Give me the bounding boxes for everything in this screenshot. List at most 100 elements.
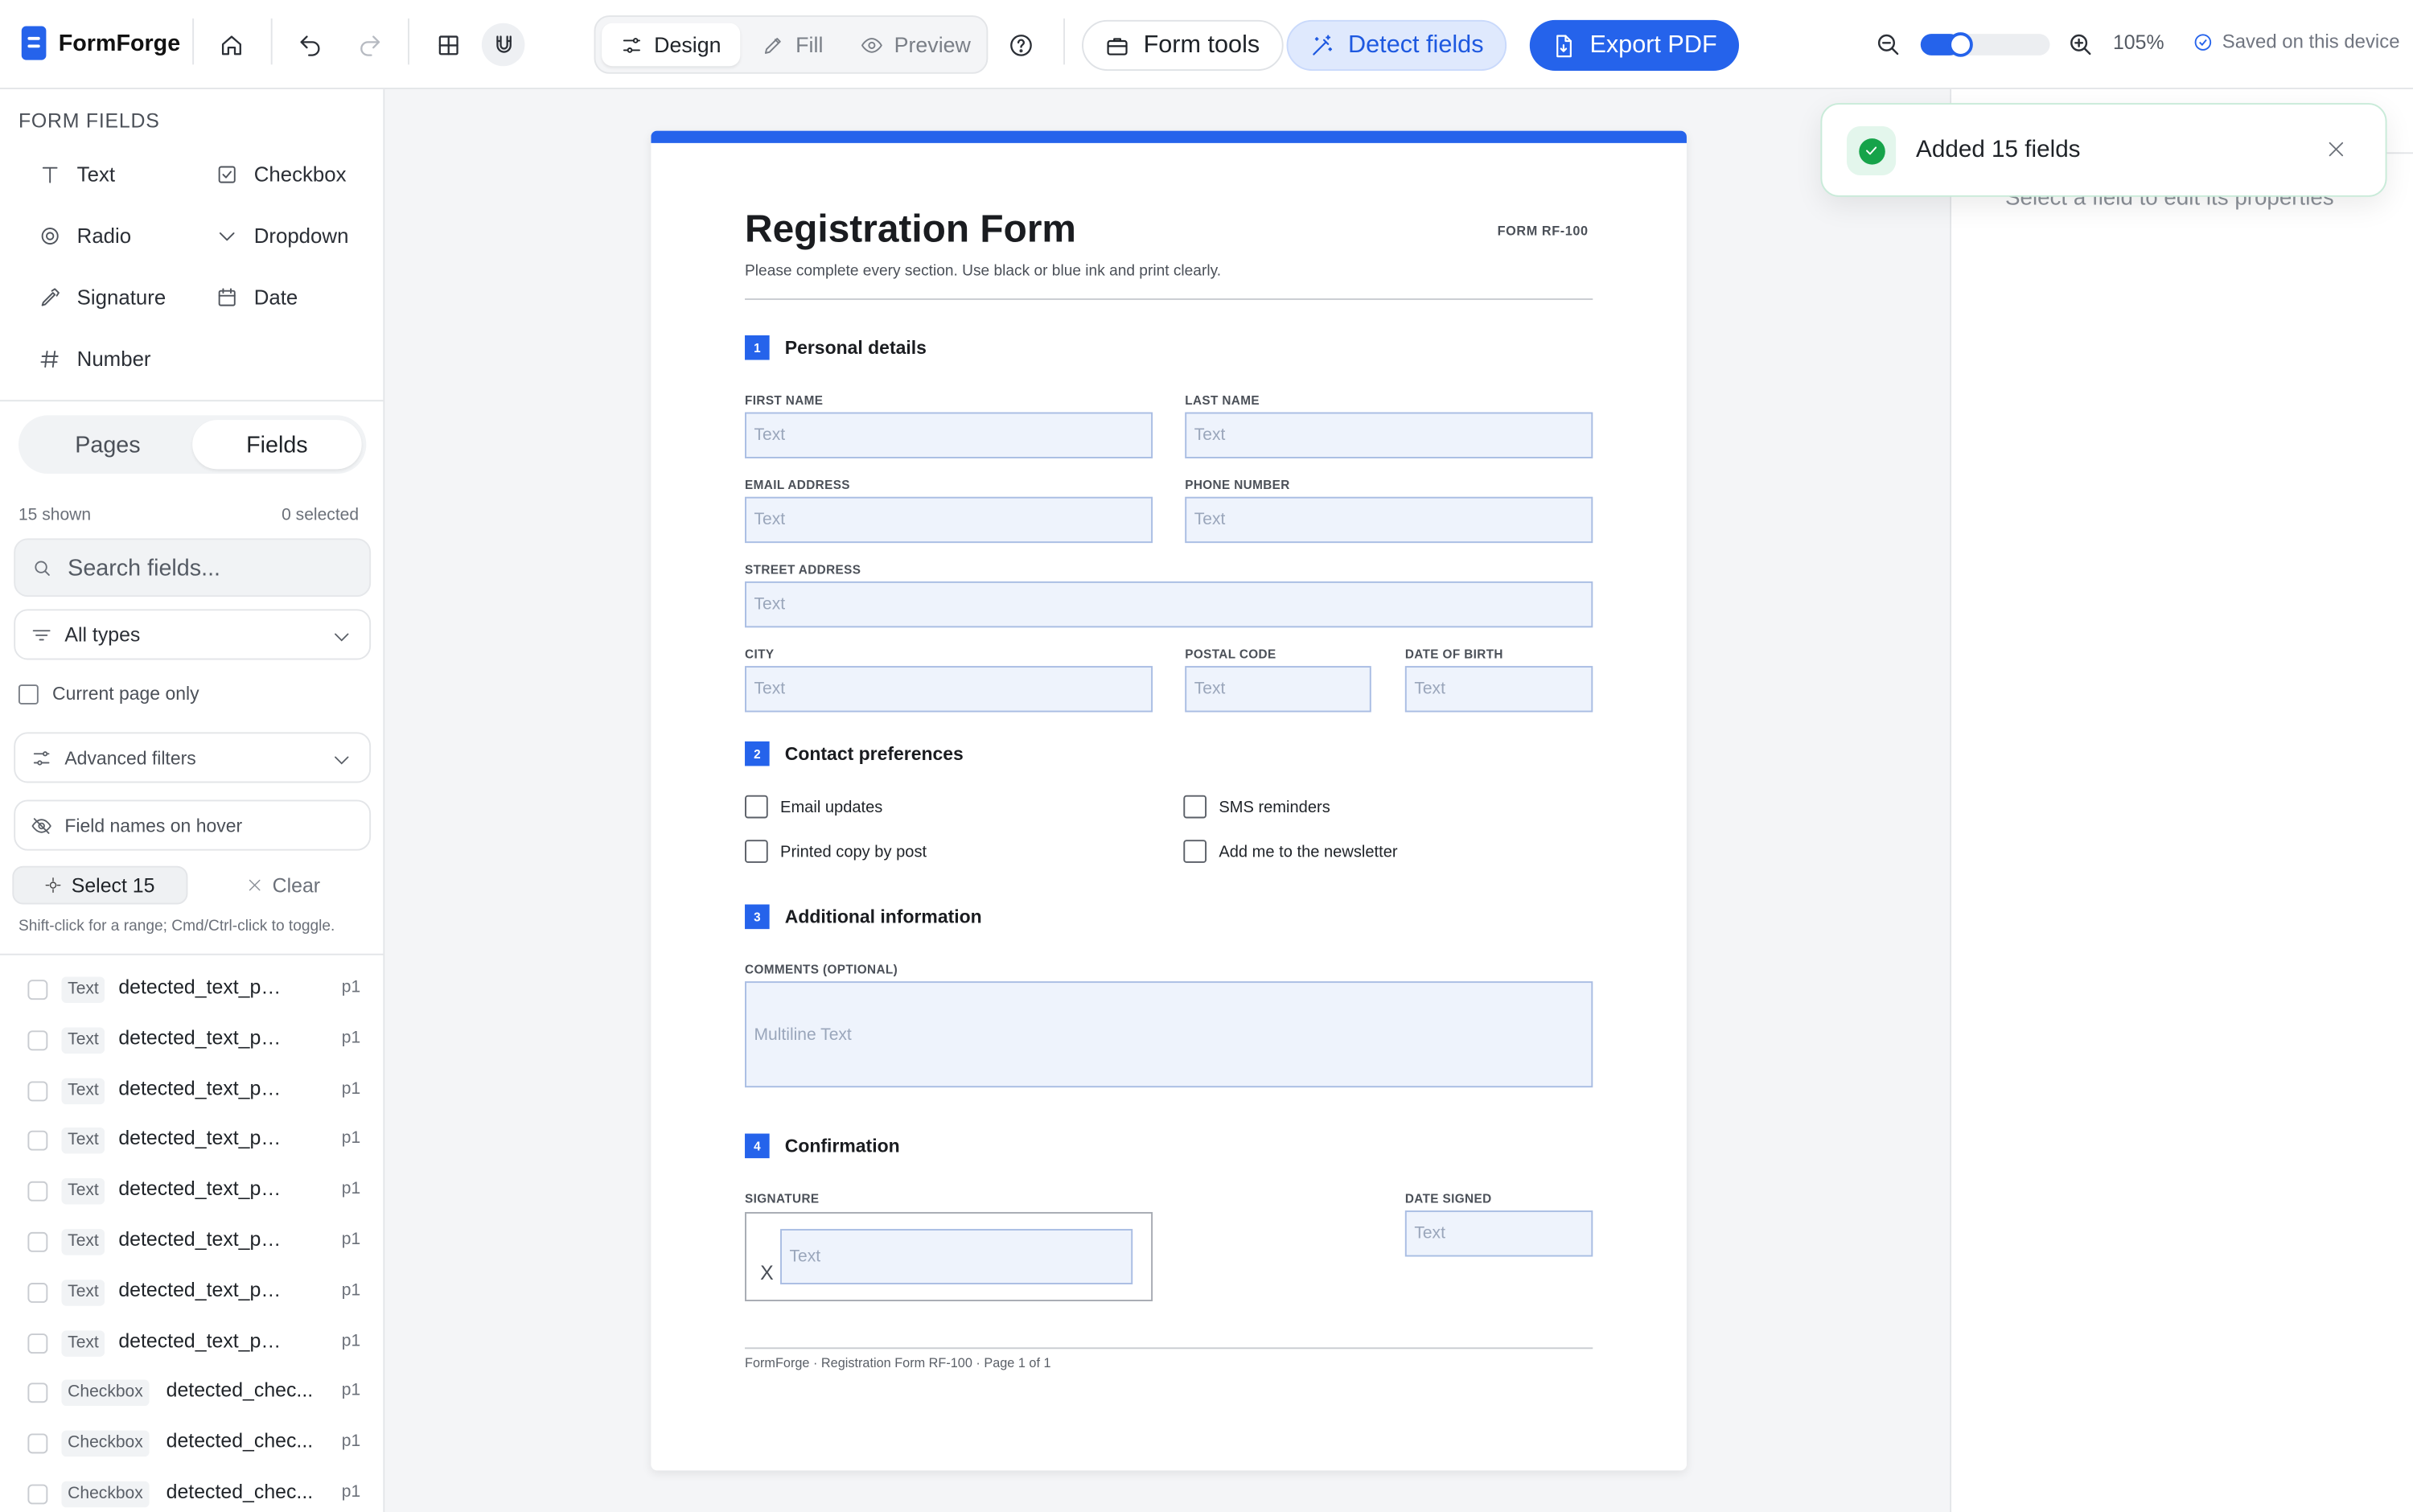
field-page: p1	[341, 1382, 361, 1401]
option-label: Email updates	[780, 797, 883, 816]
field-select-checkbox[interactable]	[27, 1484, 48, 1505]
help-icon	[1009, 34, 1031, 55]
mode-preview-tab[interactable]: Preview	[842, 23, 989, 67]
field-list-item[interactable]: Text detected_text_p1_5 p1	[0, 1166, 383, 1217]
detect-fields-button[interactable]: Detect fields	[1286, 19, 1507, 71]
tool-label: Checkbox	[253, 162, 347, 186]
postal-code-field[interactable]: Text	[1185, 666, 1371, 713]
home-button[interactable]	[209, 23, 253, 67]
field-select-checkbox[interactable]	[27, 1333, 48, 1354]
option-email-updates[interactable]: Email updates	[745, 795, 882, 819]
date-signed-field[interactable]: Text	[1404, 1210, 1593, 1257]
save-status-text: Saved on this device	[2222, 31, 2400, 53]
mode-fill-tab[interactable]: Fill	[743, 23, 841, 67]
tool-dropdown[interactable]: Dropdown	[214, 223, 349, 248]
redo-button[interactable]	[347, 23, 391, 67]
form-tools-button[interactable]: Form tools	[1082, 19, 1283, 71]
field-list-item[interactable]: Text detected_text_p1_3 p1	[0, 1066, 383, 1116]
button-label: Export PDF	[1589, 31, 1717, 58]
save-status: Saved on this device	[2193, 31, 2400, 53]
date-of-birth-field[interactable]: Text	[1404, 666, 1593, 713]
field-names-on-hover-toggle[interactable]: Field names on hover	[14, 799, 372, 851]
properties-panel: Select a field to edit its properties	[1950, 88, 2413, 1512]
field-list-item[interactable]: Text detected_text_p1_6 p1	[0, 1217, 383, 1268]
snap-toggle-button[interactable]	[481, 23, 525, 67]
field-select-checkbox[interactable]	[27, 1433, 48, 1454]
toast-close-button[interactable]	[2325, 138, 2350, 163]
field-list-item[interactable]: Checkbox detected_chec... p1	[0, 1419, 383, 1469]
field-list-item[interactable]: Text detected_text_p1_1 p1	[0, 964, 383, 1015]
field-list-item[interactable]: Text detected_text_p1_7 p1	[0, 1268, 383, 1318]
field-list-item[interactable]: Checkbox detected_chec... p1	[0, 1469, 383, 1512]
email-field[interactable]: Text	[745, 496, 1153, 544]
tool-date[interactable]: Date	[214, 285, 298, 310]
first-name-field[interactable]: Text	[745, 412, 1153, 458]
field-names-label: Field names on hover	[64, 814, 243, 836]
formforge-logo-icon	[21, 26, 47, 60]
option-label: SMS reminders	[1219, 797, 1330, 816]
clear-selection-button[interactable]: Clear	[246, 873, 320, 897]
last-name-field[interactable]: Text	[1185, 412, 1593, 458]
field-placeholder: Text	[754, 425, 786, 445]
tab-pages[interactable]: Pages	[23, 420, 192, 469]
checkbox[interactable]	[1183, 840, 1207, 863]
help-button[interactable]	[999, 23, 1042, 67]
field-page: p1	[341, 978, 361, 997]
comments-field[interactable]: Multiline Text	[745, 981, 1593, 1088]
grid-toggle-button[interactable]	[426, 23, 470, 67]
field-label: POSTAL CODE	[1185, 647, 1276, 662]
zoom-out-button[interactable]	[1874, 31, 1901, 58]
checkbox[interactable]	[1183, 795, 1207, 819]
brand[interactable]: FormForge	[21, 26, 180, 60]
advanced-filters-toggle[interactable]: Advanced filters	[14, 732, 372, 783]
option-printed-copy[interactable]: Printed copy by post	[745, 840, 927, 863]
field-label: COMMENTS (OPTIONAL)	[745, 963, 898, 977]
field-list-item[interactable]: Text detected_text_p1_2 p1	[0, 1015, 383, 1066]
phone-field[interactable]: Text	[1185, 496, 1593, 544]
checkbox[interactable]	[745, 840, 768, 863]
mode-design-tab[interactable]: Design	[602, 23, 740, 67]
type-filter-value: All types	[64, 622, 141, 647]
tool-label: Dropdown	[253, 224, 349, 247]
tool-number[interactable]: Number	[37, 346, 151, 371]
street-address-field[interactable]: Text	[745, 581, 1593, 628]
field-select-checkbox[interactable]	[27, 1080, 48, 1101]
undo-button[interactable]	[288, 23, 331, 67]
tool-signature[interactable]: Signature	[37, 285, 166, 310]
field-list-item[interactable]: Text detected_text_p1_4 p1	[0, 1116, 383, 1166]
tool-radio[interactable]: Radio	[37, 223, 131, 248]
tab-fields[interactable]: Fields	[192, 420, 362, 470]
tool-text[interactable]: Text	[37, 162, 115, 187]
zoom-slider-knob[interactable]	[1948, 32, 1973, 57]
type-filter-select[interactable]: All types	[14, 609, 372, 660]
zoom-slider[interactable]	[1920, 32, 2050, 57]
field-select-checkbox[interactable]	[27, 1181, 48, 1202]
select-all-button[interactable]: Select 15	[12, 865, 188, 905]
option-newsletter[interactable]: Add me to the newsletter	[1183, 840, 1398, 863]
search-input[interactable]	[68, 554, 345, 581]
field-list-item[interactable]: Checkbox detected_chec... p1	[0, 1368, 383, 1419]
tool-label: Number	[76, 347, 151, 370]
field-select-checkbox[interactable]	[27, 1282, 48, 1303]
field-select-checkbox[interactable]	[27, 980, 48, 1000]
document-title: Registration Form	[745, 207, 1076, 251]
signature-field[interactable]: Text	[780, 1229, 1133, 1284]
form-page[interactable]: Registration Form FORM RF-100 Please com…	[651, 130, 1687, 1471]
checkbox[interactable]	[745, 795, 768, 819]
undo-icon	[299, 35, 319, 55]
current-page-only-toggle[interactable]: Current page only	[18, 683, 199, 705]
field-select-checkbox[interactable]	[27, 1383, 48, 1403]
export-pdf-button[interactable]: Export PDF	[1529, 19, 1739, 71]
city-field[interactable]: Text	[745, 666, 1153, 713]
field-select-checkbox[interactable]	[27, 1131, 48, 1152]
field-page: p1	[341, 1180, 361, 1199]
field-select-checkbox[interactable]	[27, 1231, 48, 1252]
left-sidebar: FORM FIELDS Text Checkbox Radio Dropdown…	[0, 88, 385, 1512]
field-select-checkbox[interactable]	[27, 1029, 48, 1050]
current-page-checkbox[interactable]	[18, 684, 39, 704]
grid-icon	[438, 35, 458, 55]
tool-checkbox[interactable]: Checkbox	[214, 162, 347, 187]
field-list-item[interactable]: Text detected_text_p1_8 p1	[0, 1317, 383, 1368]
option-sms-reminders[interactable]: SMS reminders	[1183, 795, 1330, 819]
zoom-in-button[interactable]	[2067, 31, 2094, 58]
